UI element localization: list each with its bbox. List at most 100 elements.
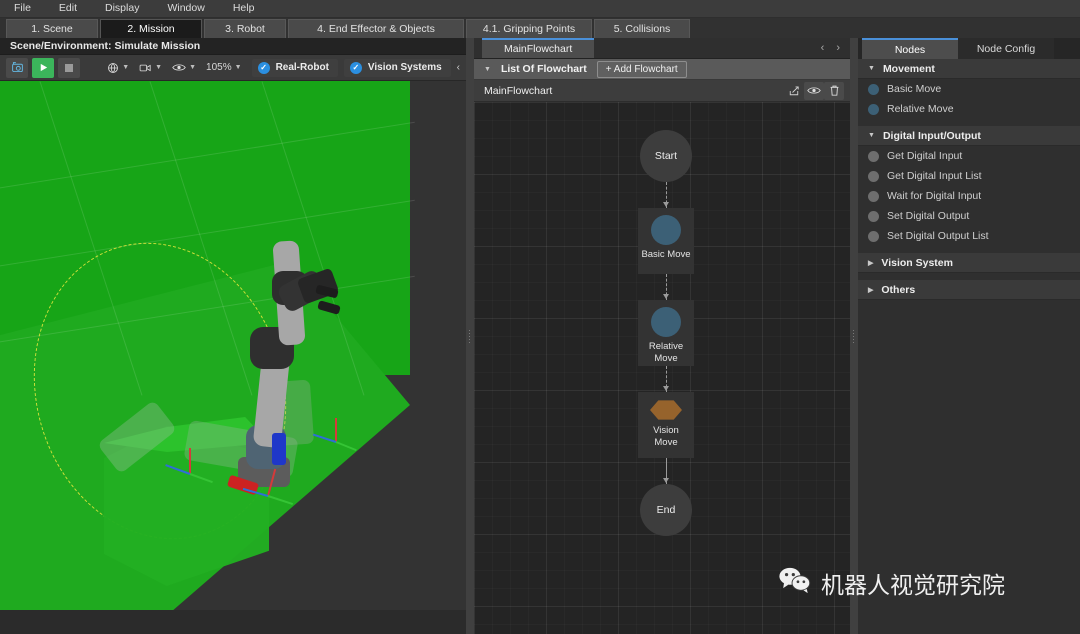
node-item-basic-move[interactable]: Basic Move (858, 79, 1080, 99)
tab-prev-icon[interactable]: ‹ (821, 42, 825, 54)
node-item-wait-for-digital-input[interactable]: Wait for Digital Input (858, 186, 1080, 206)
tab-end-effector-objects[interactable]: 4. End Effector & Objects (288, 19, 464, 38)
node-color-dot (868, 83, 879, 95)
chevron-down-icon[interactable]: ▼ (484, 66, 491, 73)
node-item-set-digital-output[interactable]: Set Digital Output (858, 206, 1080, 226)
flowchart-list-row[interactable]: MainFlowchart (474, 80, 850, 102)
left-vertical-splitter[interactable]: ····· (465, 38, 475, 634)
node-item-relative-move[interactable]: Relative Move (858, 99, 1080, 119)
zoom-level-value: 105% (206, 62, 232, 73)
triangle-down-icon: ▼ (868, 132, 875, 139)
node-icon-vision-move (650, 400, 682, 420)
node-vision-move-label-2: Move (654, 437, 678, 448)
vision-systems-toggle[interactable]: ✓ Vision Systems (343, 58, 451, 77)
menu-item-window[interactable]: Window (153, 0, 218, 17)
chevron-down-icon: ▼ (234, 64, 242, 71)
chevron-down-icon: ▼ (122, 64, 130, 71)
tab-collisions[interactable]: 5. Collisions (594, 19, 690, 38)
node-item-get-digital-input[interactable]: Get Digital Input (858, 146, 1080, 166)
grip-dots-icon: ····· (465, 328, 475, 344)
flowchart-tab-bar: MainFlowchart ‹ › (474, 38, 850, 59)
group-digital-io[interactable]: ▼ Digital Input/Output (858, 126, 1080, 146)
node-end-label: End (656, 504, 676, 516)
node-color-dot (868, 103, 879, 115)
real-robot-toggle[interactable]: ✓ Real-Robot (251, 58, 338, 77)
node-color-dot (868, 170, 879, 182)
node-item-label: Get Digital Input (887, 150, 963, 162)
play-button[interactable] (32, 57, 54, 78)
flowchart-row-name: MainFlowchart (484, 84, 553, 97)
tab-gripping-points[interactable]: 4.1. Gripping Points (466, 19, 592, 38)
tab-mainflowchart[interactable]: MainFlowchart (482, 38, 595, 58)
node-vision-move-label-1: Vision (653, 425, 679, 436)
node-end[interactable]: End (640, 484, 692, 536)
node-relative-move[interactable]: Relative Move (638, 300, 694, 366)
node-item-label: Wait for Digital Input (887, 190, 982, 202)
node-item-label: Get Digital Input List (887, 170, 982, 182)
node-color-dot (868, 210, 879, 222)
grip-dots-icon: ····· (849, 328, 859, 344)
menu-item-file[interactable]: File (0, 0, 45, 17)
tab-robot[interactable]: 3. Robot (204, 19, 286, 38)
triangle-down-icon: ▼ (868, 65, 875, 72)
eye-icon[interactable] (804, 81, 824, 100)
3d-scene-viewport[interactable] (0, 81, 466, 610)
node-start[interactable]: Start (640, 130, 692, 182)
nodes-panel-tab-bar: Nodes Node Config (858, 38, 1080, 59)
group-vision-system-label: Vision System (881, 256, 953, 269)
camera-reset-icon[interactable] (6, 57, 28, 78)
add-flowchart-button[interactable]: + Add Flowchart (596, 60, 687, 78)
list-of-flowchart-label: List Of Flowchart (500, 63, 587, 75)
nodes-panel: Nodes Node Config ▼ Movement Basic Move … (858, 38, 1080, 634)
menu-bar: File Edit Display Window Help (0, 0, 1080, 18)
camera-view-dropdown[interactable]: ▼ (139, 62, 162, 74)
chevron-down-icon: ▼ (189, 64, 197, 71)
robot-blue-marker (272, 433, 286, 465)
menu-item-help[interactable]: Help (219, 0, 269, 17)
viewport-toolbar: ▼ ▼ ▼ 105% ▼ ✓ Real-Robot ✓ Vision Syste… (0, 55, 466, 81)
group-movement[interactable]: ▼ Movement (858, 59, 1080, 79)
node-icon-relative-move (651, 307, 681, 337)
tab-next-icon[interactable]: › (836, 42, 840, 54)
node-item-get-digital-input-list[interactable]: Get Digital Input List (858, 166, 1080, 186)
flowchart-panel: MainFlowchart ‹ › ▼ List Of Flowchart + … (474, 38, 850, 634)
group-others[interactable]: ▶ Others (858, 280, 1080, 300)
trash-icon[interactable] (824, 81, 844, 100)
viewport-panel: Scene/Environment: Simulate Mission ▼ ▼ … (0, 38, 466, 610)
flowchart-list-header: ▼ List Of Flowchart + Add Flowchart (474, 59, 850, 80)
tab-scene[interactable]: 1. Scene (6, 19, 98, 38)
triangle-right-icon: ▶ (868, 286, 874, 294)
group-digital-io-label: Digital Input/Output (882, 129, 981, 142)
right-vertical-splitter[interactable]: ····· (849, 38, 859, 634)
edit-icon[interactable] (784, 82, 804, 100)
chevron-left-icon[interactable]: ‹ (457, 62, 460, 73)
node-item-label: Set Digital Output (887, 210, 970, 222)
node-item-label: Set Digital Output List (887, 230, 989, 242)
node-basic-move[interactable]: Basic Move (638, 208, 694, 274)
real-robot-label: Real-Robot (275, 62, 329, 73)
node-color-dot (868, 230, 879, 242)
globe-view-dropdown[interactable]: ▼ (107, 62, 129, 74)
node-relative-move-label-2: Move (654, 353, 678, 364)
tab-mission[interactable]: 2. Mission (100, 19, 202, 38)
menu-item-edit[interactable]: Edit (45, 0, 91, 17)
node-start-label: Start (654, 150, 678, 162)
tab-node-config[interactable]: Node Config (958, 38, 1054, 59)
node-vision-move[interactable]: Vision Move (638, 392, 694, 458)
menu-item-display[interactable]: Display (91, 0, 153, 17)
visibility-dropdown[interactable]: ▼ (172, 62, 196, 73)
node-relative-move-label-1: Relative (648, 341, 684, 352)
zoom-level-dropdown[interactable]: 105% ▼ (206, 62, 242, 73)
stop-button[interactable] (58, 57, 80, 78)
node-item-label: Relative Move (887, 103, 954, 115)
triangle-right-icon: ▶ (868, 259, 874, 267)
tab-nodes[interactable]: Nodes (862, 38, 958, 59)
node-item-label: Basic Move (887, 83, 942, 95)
node-color-dot (868, 150, 879, 162)
group-vision-system[interactable]: ▶ Vision System (858, 253, 1080, 273)
node-basic-move-label: Basic Move (641, 249, 691, 260)
group-others-label: Others (881, 283, 916, 296)
flowchart-canvas[interactable]: Start Basic Move Relative Move Vision Mo… (474, 102, 850, 634)
node-item-set-digital-output-list[interactable]: Set Digital Output List (858, 226, 1080, 246)
node-icon-basic-move (651, 215, 681, 245)
